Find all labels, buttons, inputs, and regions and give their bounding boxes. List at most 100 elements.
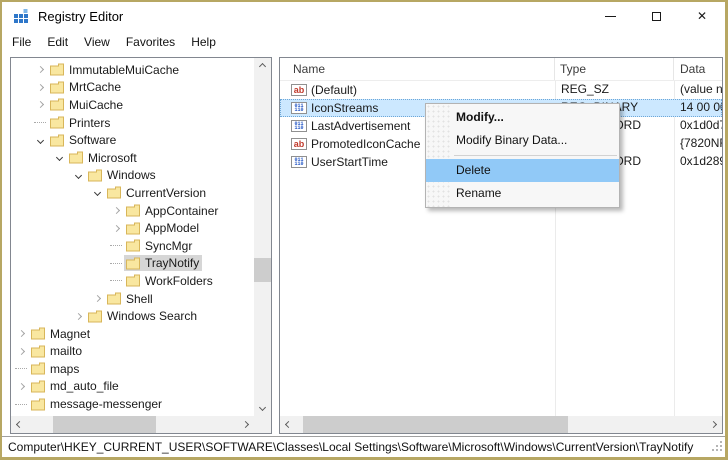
minimize-button[interactable] [587,2,633,30]
menu-favorites[interactable]: Favorites [118,32,183,52]
tree-item-body[interactable]: AppModel [124,220,202,236]
tree-hscroll-thumb[interactable] [53,416,156,433]
scroll-right-button[interactable] [705,416,722,433]
tree-item-body[interactable]: mailto [29,343,85,359]
tree-item-printers[interactable]: Printers [11,114,254,132]
menu-help[interactable]: Help [183,32,224,52]
registry-key-folder-icon [49,134,65,147]
tree-item-workfolders[interactable]: WorkFolders [11,272,254,290]
status-bar: Computer\HKEY_CURRENT_USER\SOFTWARE\Clas… [2,436,725,457]
expand-button[interactable] [13,349,29,354]
resize-grip-icon[interactable] [711,440,723,455]
maximize-button[interactable] [633,2,679,30]
tree-item-body[interactable]: ImmutableMuiCache [48,62,182,78]
tree-item-label: Magnet [50,327,90,341]
scroll-right-button[interactable] [237,416,254,433]
tree-item-md-auto-file[interactable]: md_auto_file [11,378,254,396]
context-menu-item-rename[interactable]: Rename [426,182,619,205]
expand-button[interactable] [13,384,29,389]
tree-hscroll-track[interactable] [28,416,237,433]
tree-item-muicache[interactable]: MuiCache [11,96,254,114]
tree-item-body[interactable]: TrayNotify [124,255,202,271]
tree-item-appmodel[interactable]: AppModel [11,219,254,237]
registry-key-folder-icon [49,81,65,94]
tree-item-windows[interactable]: Windows [11,167,254,185]
tree-item-body[interactable]: Windows [86,167,159,183]
expand-button[interactable] [70,314,86,319]
tree-item-label: AppModel [145,221,199,235]
chevron-right-icon [17,383,24,390]
tree-vertical-scrollbar[interactable] [254,58,271,416]
tree-item-windows-search[interactable]: Windows Search [11,307,254,325]
tree-item-body[interactable]: MuiCache [48,97,126,113]
tree-item-body[interactable]: Printers [48,115,113,131]
collapse-button[interactable] [51,155,67,160]
tree-item-shell[interactable]: Shell [11,290,254,308]
tree-item-message-messenger[interactable]: message-messenger [11,395,254,413]
collapse-button[interactable] [89,190,105,195]
scroll-left-button[interactable] [280,416,297,433]
expand-button[interactable] [108,226,124,231]
column-header-name[interactable]: Name [280,58,555,80]
menu-file[interactable]: File [4,32,39,52]
tree-item-body[interactable]: CurrentVersion [105,185,209,201]
tree-item-body[interactable]: MrtCache [48,79,124,95]
context-menu-item-modify-binary-data-[interactable]: Modify Binary Data... [426,129,619,152]
expand-button[interactable] [32,67,48,72]
tree-item-appcontainer[interactable]: AppContainer [11,202,254,220]
tree-vscroll-thumb[interactable] [254,258,271,282]
context-menu-item-modify-[interactable]: Modify... [426,106,619,129]
list-horizontal-scrollbar[interactable] [280,416,722,433]
tree-vscroll-track[interactable] [254,75,271,399]
tree-item-body[interactable]: md_auto_file [29,378,122,394]
scrollbar-corner [254,416,271,433]
tree-item-body[interactable]: maps [29,361,82,377]
registry-key-folder-icon [30,345,46,358]
column-header-type[interactable]: Type [555,58,674,80]
tree-item-magnet[interactable]: Magnet [11,325,254,343]
tree-item-immutablemuicache[interactable]: ImmutableMuiCache [11,61,254,79]
scroll-up-button[interactable] [254,58,271,75]
tree-item-body[interactable]: Magnet [29,326,93,342]
registry-key-folder-icon [125,274,141,287]
tree-item-microsoft[interactable]: Microsoft [11,149,254,167]
registry-key-folder-icon [87,169,103,182]
tree-item-label: CurrentVersion [126,186,206,200]
list-hscroll-track[interactable] [297,416,705,433]
dotted-connector [34,122,46,123]
close-button[interactable]: ✕ [679,2,725,30]
expand-button[interactable] [108,208,124,213]
tree-item-maps[interactable]: maps [11,360,254,378]
tree-item-software[interactable]: Software [11,131,254,149]
tree-item-traynotify[interactable]: TrayNotify [11,255,254,273]
tree-item-body[interactable]: Software [48,132,119,148]
scroll-down-button[interactable] [254,399,271,416]
column-header-data[interactable]: Data [674,58,722,80]
tree-item-body[interactable]: message-messenger [29,396,165,412]
value-row--default-[interactable]: ab(Default)REG_SZ(value not set) [280,81,722,99]
expand-button[interactable] [32,102,48,107]
tree-item-body[interactable]: Microsoft [67,150,140,166]
tree-item-body[interactable]: Windows Search [86,308,200,324]
tree-item-currentversion[interactable]: CurrentVersion [11,184,254,202]
tree-item-syncmgr[interactable]: SyncMgr [11,237,254,255]
menu-edit[interactable]: Edit [39,32,76,52]
collapse-button[interactable] [32,138,48,143]
tree-item-body[interactable]: Shell [105,291,156,307]
expand-button[interactable] [13,331,29,336]
tree-item-body[interactable]: SyncMgr [124,238,195,254]
pane-splitter[interactable] [272,57,279,434]
tree-item-body[interactable]: WorkFolders [124,273,216,289]
expand-button[interactable] [32,85,48,90]
tree-item-mailto[interactable]: mailto [11,343,254,361]
context-menu-item-delete[interactable]: Delete [426,159,619,182]
tree-horizontal-scrollbar[interactable] [11,416,254,433]
scroll-left-button[interactable] [11,416,28,433]
list-hscroll-thumb[interactable] [303,416,568,433]
collapse-button[interactable] [70,173,86,178]
expand-button[interactable] [89,296,105,301]
registry-key-folder-icon [30,380,46,393]
tree-item-mrtcache[interactable]: MrtCache [11,79,254,97]
menu-view[interactable]: View [76,32,118,52]
tree-item-body[interactable]: AppContainer [124,203,221,219]
